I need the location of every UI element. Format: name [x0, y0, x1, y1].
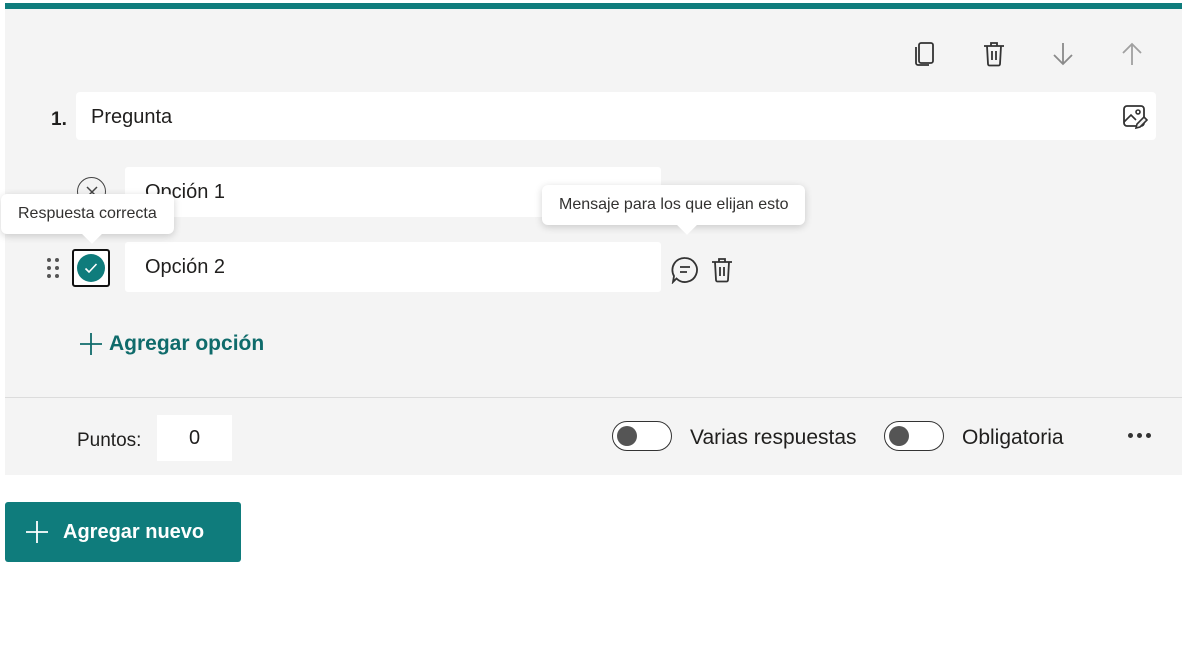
correct-answer-toggle[interactable]	[72, 249, 110, 287]
required-toggle[interactable]	[884, 421, 944, 451]
card-accent-bar	[5, 3, 1182, 9]
move-down-button[interactable]	[1046, 37, 1080, 71]
more-dot	[1127, 432, 1133, 438]
multiple-answers-toggle[interactable]	[612, 421, 672, 451]
correct-answer-tooltip: Respuesta correcta	[1, 194, 174, 244]
option-2-value[interactable]: Opción 2	[145, 256, 225, 279]
divider	[5, 397, 1182, 398]
question-number: 1.	[51, 109, 67, 130]
plus-icon	[25, 520, 49, 544]
copy-question-button[interactable]	[908, 37, 942, 71]
insert-media-button[interactable]	[1120, 102, 1150, 132]
trash-icon	[984, 42, 1004, 67]
checkmark-icon	[77, 254, 105, 282]
more-dot	[1145, 432, 1151, 438]
arrow-down-icon	[1053, 43, 1073, 66]
add-new-label: Agregar nuevo	[63, 520, 205, 543]
add-option-button[interactable]: Agregar opción	[79, 332, 264, 356]
copy-icon	[915, 42, 934, 66]
add-new-button[interactable]: Agregar nuevo	[5, 502, 241, 562]
arrow-up-icon	[1122, 42, 1142, 65]
option-message-button[interactable]	[670, 255, 700, 285]
option-2-field[interactable]: Opción 2	[125, 242, 661, 292]
required-label: Obligatoria	[962, 426, 1064, 449]
delete-option-button[interactable]	[707, 255, 737, 285]
points-label: Puntos:	[77, 430, 142, 451]
chat-bubble-icon	[671, 257, 698, 284]
more-options-button[interactable]	[1123, 421, 1155, 449]
trash-icon	[712, 258, 732, 283]
message-tooltip: Mensaje para los que elijan esto	[542, 185, 806, 235]
question-title-value[interactable]: Pregunta	[91, 106, 172, 129]
move-up-button[interactable]	[1115, 37, 1149, 71]
image-edit-icon	[1123, 105, 1148, 130]
multiple-answers-label: Varias respuestas	[690, 426, 857, 449]
add-option-label: Agregar opción	[109, 332, 265, 355]
points-input[interactable]	[157, 415, 232, 461]
drag-handle-icon[interactable]	[46, 257, 60, 279]
more-dot	[1136, 432, 1142, 438]
toggle-knob	[617, 426, 637, 446]
message-tooltip-text: Mensaje para los que elijan esto	[559, 196, 789, 213]
delete-question-button[interactable]	[977, 37, 1011, 71]
toggle-knob	[889, 426, 909, 446]
question-card: 1. Pregunta Opción 1 Opción 2 Agregar op…	[5, 3, 1182, 475]
question-title-field[interactable]: Pregunta	[76, 92, 1156, 140]
correct-answer-tooltip-text: Respuesta correcta	[18, 205, 157, 222]
plus-icon	[80, 333, 102, 355]
